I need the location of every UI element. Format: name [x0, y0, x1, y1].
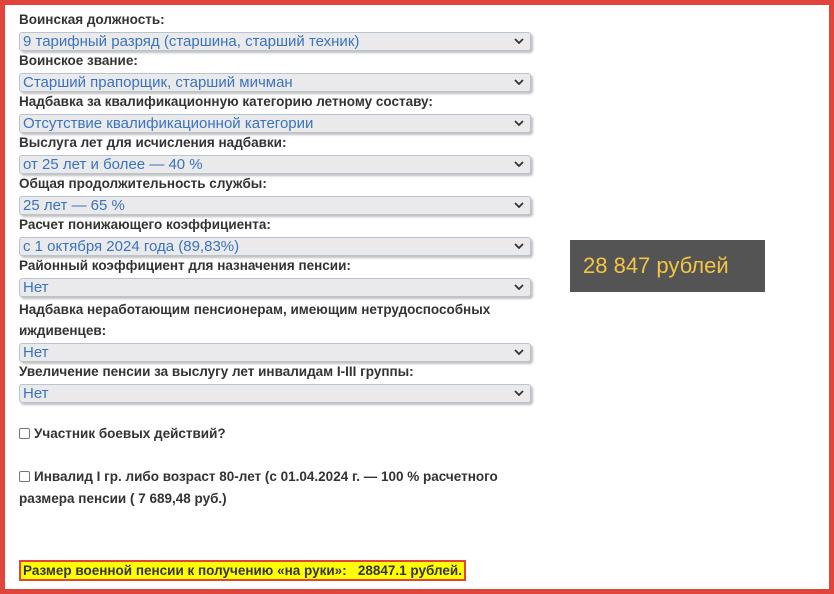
rank-select[interactable]: Старший прапорщик, старший мичман — [19, 73, 531, 92]
field-regional-coefficient: Районный коэффициент для назначения пенс… — [19, 258, 539, 297]
chevron-down-icon — [514, 120, 524, 126]
chevron-down-icon — [514, 79, 524, 85]
disabled-80-option[interactable]: Инвалид I гр. либо возраст 80-лет (с 01.… — [19, 466, 529, 510]
field-disability-increase: Увеличение пенсии за выслугу лет инвалид… — [19, 364, 539, 403]
field-label: Общая продолжительность службы: — [19, 176, 267, 191]
chevron-down-icon — [514, 390, 524, 396]
seniority-bonus-select[interactable]: от 25 лет и более — 40 % — [19, 155, 531, 174]
field-label: Районный коэффициент для назначения пенс… — [19, 258, 351, 273]
field-qualification: Надбавка за квалификационную категорию л… — [19, 94, 539, 133]
checkbox-label: Участник боевых действий? — [34, 426, 226, 441]
checkbox-label: Инвалид I гр. либо возраст 80-лет (с 01.… — [19, 469, 498, 506]
select-value: Нет — [23, 385, 49, 402]
select-value: Старший прапорщик, старший мичман — [23, 74, 293, 91]
chevron-down-icon — [514, 349, 524, 355]
pension-result: Размер военной пенсии к получению «на ру… — [19, 560, 466, 581]
field-rank: Воинское звание: Старший прапорщик, стар… — [19, 53, 539, 92]
chevron-down-icon — [514, 202, 524, 208]
field-reduction-coefficient: Расчет понижающего коэффициента: с 1 окт… — [19, 217, 539, 256]
chevron-down-icon — [514, 243, 524, 249]
field-service-length: Общая продолжительность службы: 25 лет —… — [19, 176, 539, 215]
disability-increase-select[interactable]: Нет — [19, 384, 531, 403]
page-frame: Воинская должность: 9 тарифный разряд (с… — [0, 0, 834, 594]
field-seniority-bonus: Выслуга лет для исчисления надбавки: от … — [19, 135, 539, 174]
reduction-coefficient-select[interactable]: с 1 октября 2024 года (89,83%) — [19, 237, 531, 256]
regional-coefficient-select[interactable]: Нет — [19, 278, 531, 297]
combat-veteran-checkbox[interactable] — [19, 427, 30, 439]
select-value: от 25 лет и более — 40 % — [23, 156, 203, 173]
combat-veteran-option[interactable]: Участник боевых действий? — [19, 423, 539, 445]
chevron-down-icon — [514, 161, 524, 167]
select-value: Нет — [23, 279, 49, 296]
select-value: 9 тарифный разряд (старшина, старший тех… — [23, 33, 360, 50]
select-value: с 1 октября 2024 года (89,83%) — [23, 238, 240, 255]
select-value: 25 лет — 65 % — [23, 197, 125, 214]
service-length-select[interactable]: 25 лет — 65 % — [19, 196, 531, 215]
field-label: Надбавка за квалификационную категорию л… — [19, 94, 433, 109]
disabled-80-checkbox[interactable] — [19, 470, 30, 482]
field-position: Воинская должность: 9 тарифный разряд (с… — [19, 12, 539, 51]
pension-amount-badge: 28 847 рублей — [570, 240, 765, 292]
pension-form: Воинская должность: 9 тарифный разряд (с… — [19, 10, 539, 510]
field-label: Надбавка неработающим пенсионерам, имеющ… — [19, 302, 491, 338]
chevron-down-icon — [514, 38, 524, 44]
field-label: Увеличение пенсии за выслугу лет инвалид… — [19, 364, 414, 379]
field-label: Воинское звание: — [19, 53, 138, 68]
field-label: Расчет понижающего коэффициента: — [19, 217, 271, 232]
field-label: Воинская должность: — [19, 12, 165, 27]
field-dependents-bonus: Надбавка неработающим пенсионерам, имеющ… — [19, 299, 539, 362]
select-value: Нет — [23, 344, 49, 361]
qualification-select[interactable]: Отсутствие квалификационной категории — [19, 114, 531, 133]
position-select[interactable]: 9 тарифный разряд (старшина, старший тех… — [19, 32, 531, 51]
field-label: Выслуга лет для исчисления надбавки: — [19, 135, 287, 150]
dependents-bonus-select[interactable]: Нет — [19, 343, 531, 362]
chevron-down-icon — [514, 284, 524, 290]
select-value: Отсутствие квалификационной категории — [23, 115, 314, 132]
